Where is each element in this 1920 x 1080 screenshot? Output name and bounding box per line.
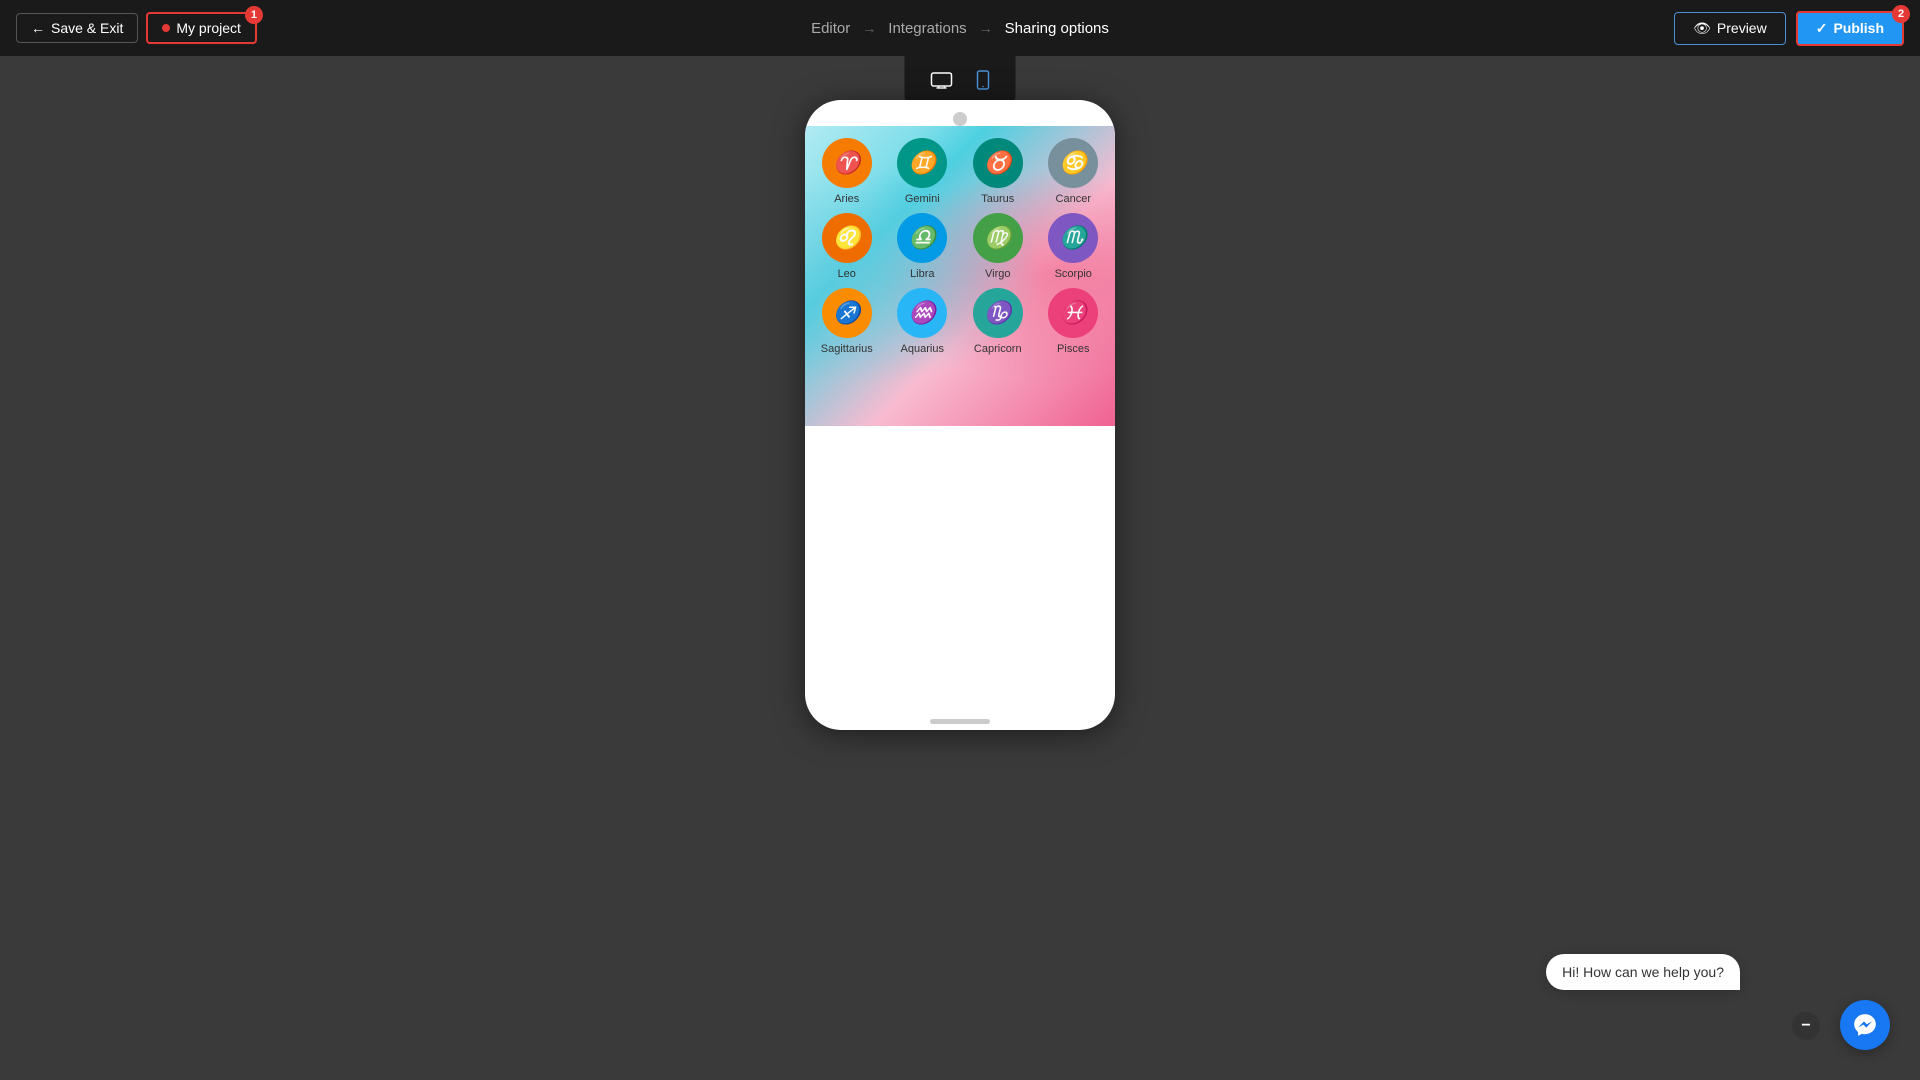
back-icon: ← xyxy=(31,20,45,36)
zodiac-label-capricorn: Capricorn xyxy=(974,343,1022,355)
zodiac-item-scorpio[interactable]: ♏ Scorpio xyxy=(1040,213,1108,280)
zodiac-label-leo: Leo xyxy=(838,268,856,280)
zodiac-label-aries: Aries xyxy=(834,193,859,205)
mobile-view-button[interactable] xyxy=(967,64,1000,96)
messenger-icon xyxy=(1852,1012,1878,1038)
preview-button[interactable]: 👁 Preview xyxy=(1674,12,1786,45)
zodiac-label-pisces: Pisces xyxy=(1057,343,1089,355)
zodiac-label-scorpio: Scorpio xyxy=(1055,268,1092,280)
zodiac-background: ♈ Aries ♊ Gemini ♉ Taurus ♋ Cancer ♌ Leo ♎ Libra ♍ Vi… xyxy=(805,126,1115,426)
zodiac-circle-scorpio: ♏ xyxy=(1048,213,1098,263)
zodiac-circle-leo: ♌ xyxy=(822,213,872,263)
topbar-left: ← Save & Exit My project 1 xyxy=(16,12,257,44)
zodiac-circle-gemini: ♊ xyxy=(897,138,947,188)
zodiac-item-libra[interactable]: ♎ Libra xyxy=(889,213,957,280)
zodiac-label-cancer: Cancer xyxy=(1056,193,1091,205)
zodiac-circle-capricorn: ♑ xyxy=(973,288,1023,338)
zodiac-label-libra: Libra xyxy=(910,268,934,280)
desktop-view-button[interactable] xyxy=(921,66,963,95)
nav-arrow-2: → xyxy=(979,20,993,36)
zodiac-item-aquarius[interactable]: ♒ Aquarius xyxy=(889,288,957,355)
minus-icon: − xyxy=(1801,1017,1810,1035)
save-exit-button[interactable]: ← Save & Exit xyxy=(16,13,138,43)
zodiac-circle-taurus: ♉ xyxy=(973,138,1023,188)
project-label: My project xyxy=(176,20,241,36)
zodiac-item-leo[interactable]: ♌ Leo xyxy=(813,213,881,280)
nav-arrow-1: → xyxy=(862,20,876,36)
zodiac-circle-pisces: ♓ xyxy=(1048,288,1098,338)
zodiac-item-virgo[interactable]: ♍ Virgo xyxy=(964,213,1032,280)
zodiac-item-cancer[interactable]: ♋ Cancer xyxy=(1040,138,1108,205)
zodiac-item-gemini[interactable]: ♊ Gemini xyxy=(889,138,957,205)
zodiac-circle-libra: ♎ xyxy=(897,213,947,263)
zodiac-circle-sagittarius: ♐ xyxy=(822,288,872,338)
zodiac-item-taurus[interactable]: ♉ Taurus xyxy=(964,138,1032,205)
project-button[interactable]: My project 1 xyxy=(146,12,257,44)
eye-icon: 👁 xyxy=(1693,20,1711,37)
zodiac-circle-aquarius: ♒ xyxy=(897,288,947,338)
nav-integrations[interactable]: Integrations xyxy=(888,20,966,37)
project-badge: 1 xyxy=(245,6,263,24)
zodiac-circle-cancer: ♋ xyxy=(1048,138,1098,188)
chat-bubble: Hi! How can we help you? xyxy=(1546,954,1740,990)
zodiac-circle-aries: ♈ xyxy=(822,138,872,188)
zodiac-item-aries[interactable]: ♈ Aries xyxy=(813,138,881,205)
publish-button[interactable]: ✓ Publish 2 xyxy=(1796,11,1904,46)
phone-home-bar xyxy=(930,719,990,724)
zodiac-label-virgo: Virgo xyxy=(985,268,1010,280)
zodiac-item-pisces[interactable]: ♓ Pisces xyxy=(1040,288,1108,355)
chat-icon-button[interactable] xyxy=(1840,1000,1890,1050)
zodiac-label-aquarius: Aquarius xyxy=(901,343,944,355)
zodiac-item-sagittarius[interactable]: ♐ Sagittarius xyxy=(813,288,881,355)
phone-screen: ♈ Aries ♊ Gemini ♉ Taurus ♋ Cancer ♌ Leo ♎ Libra ♍ Vi… xyxy=(805,126,1115,713)
check-icon: ✓ xyxy=(1816,20,1828,37)
nav-sharing-options[interactable]: Sharing options xyxy=(1005,20,1109,37)
zodiac-label-gemini: Gemini xyxy=(905,193,940,205)
topbar-center: Editor → Integrations → Sharing options xyxy=(811,20,1109,37)
topbar: ← Save & Exit My project 1 Editor → Inte… xyxy=(0,0,1920,56)
phone-mockup: ♈ Aries ♊ Gemini ♉ Taurus ♋ Cancer ♌ Leo ♎ Libra ♍ Vi… xyxy=(805,100,1115,730)
zodiac-label-sagittarius: Sagittarius xyxy=(821,343,873,355)
publish-label: Publish xyxy=(1833,20,1884,36)
topbar-right: 👁 Preview ✓ Publish 2 xyxy=(1674,11,1904,46)
nav-editor[interactable]: Editor xyxy=(811,20,850,37)
zoom-minus-button[interactable]: − xyxy=(1792,1012,1820,1040)
chat-bubble-text: Hi! How can we help you? xyxy=(1562,964,1724,980)
zodiac-label-taurus: Taurus xyxy=(981,193,1014,205)
preview-label: Preview xyxy=(1717,20,1767,36)
save-exit-label: Save & Exit xyxy=(51,20,123,36)
zodiac-grid: ♈ Aries ♊ Gemini ♉ Taurus ♋ Cancer ♌ Leo ♎ Libra ♍ Vi… xyxy=(805,126,1115,367)
phone-notch xyxy=(953,112,967,126)
zodiac-item-capricorn[interactable]: ♑ Capricorn xyxy=(964,288,1032,355)
publish-badge: 2 xyxy=(1892,5,1910,23)
device-switcher xyxy=(905,56,1016,104)
zodiac-circle-virgo: ♍ xyxy=(973,213,1023,263)
project-dot-icon xyxy=(162,24,170,32)
